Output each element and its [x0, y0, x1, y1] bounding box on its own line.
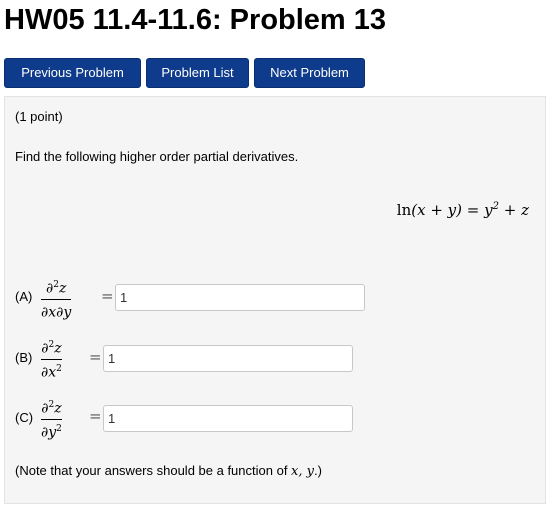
part-c-den: ∂y	[41, 424, 57, 441]
equation-rhs-tail: + z	[498, 201, 529, 219]
part-c-label: (C)	[15, 410, 34, 425]
part-b-den-exp: 2	[56, 363, 62, 374]
part-c-num-partial: ∂	[41, 400, 49, 417]
part-a-label: (A)	[15, 289, 33, 304]
part-c-derivative: ∂2z ∂y2	[41, 397, 62, 441]
equation-rhs: = y	[466, 201, 493, 219]
problem-panel: (1 point) Find the following higher orde…	[4, 96, 546, 504]
part-b-label: (B)	[15, 350, 33, 365]
next-problem-button[interactable]: Next Problem	[254, 58, 365, 88]
part-c-equals: =	[89, 407, 102, 425]
note-vars: x, y	[291, 464, 314, 479]
problem-list-button[interactable]: Problem List	[146, 58, 249, 88]
given-equation: ln(x + y) = y2 + z	[397, 201, 529, 219]
part-c-answer-input[interactable]	[103, 405, 353, 432]
page-title: HW05 11.4-11.6: Problem 13	[4, 4, 387, 36]
note-suffix: .)	[314, 463, 322, 478]
part-b-equals: =	[89, 348, 102, 366]
problem-prompt: Find the following higher order partial …	[15, 149, 299, 164]
part-b-num-var: z	[54, 340, 62, 357]
part-a-den: ∂x∂y	[41, 304, 72, 321]
part-b-num-partial: ∂	[41, 340, 49, 357]
part-b-derivative: ∂2z ∂x2	[41, 337, 62, 381]
previous-problem-button[interactable]: Previous Problem	[4, 58, 141, 88]
part-c-den-exp: 2	[56, 423, 62, 434]
note-prefix: (Note that your answers should be a func…	[15, 463, 292, 478]
part-a-answer-input[interactable]	[115, 284, 365, 311]
part-b-den: ∂x	[41, 364, 57, 381]
part-a-equals: =	[101, 287, 114, 305]
part-c-num-var: z	[54, 400, 62, 417]
part-a-num-var: z	[58, 280, 67, 297]
part-a-derivative: ∂2z ∂x∂y	[41, 277, 72, 321]
equation-ln: ln	[396, 201, 412, 219]
points-label: (1 point)	[15, 109, 63, 124]
answer-note: (Note that your answers should be a func…	[15, 463, 322, 479]
part-b-answer-input[interactable]	[103, 345, 353, 372]
equation-arg: (x + y)	[411, 201, 463, 219]
